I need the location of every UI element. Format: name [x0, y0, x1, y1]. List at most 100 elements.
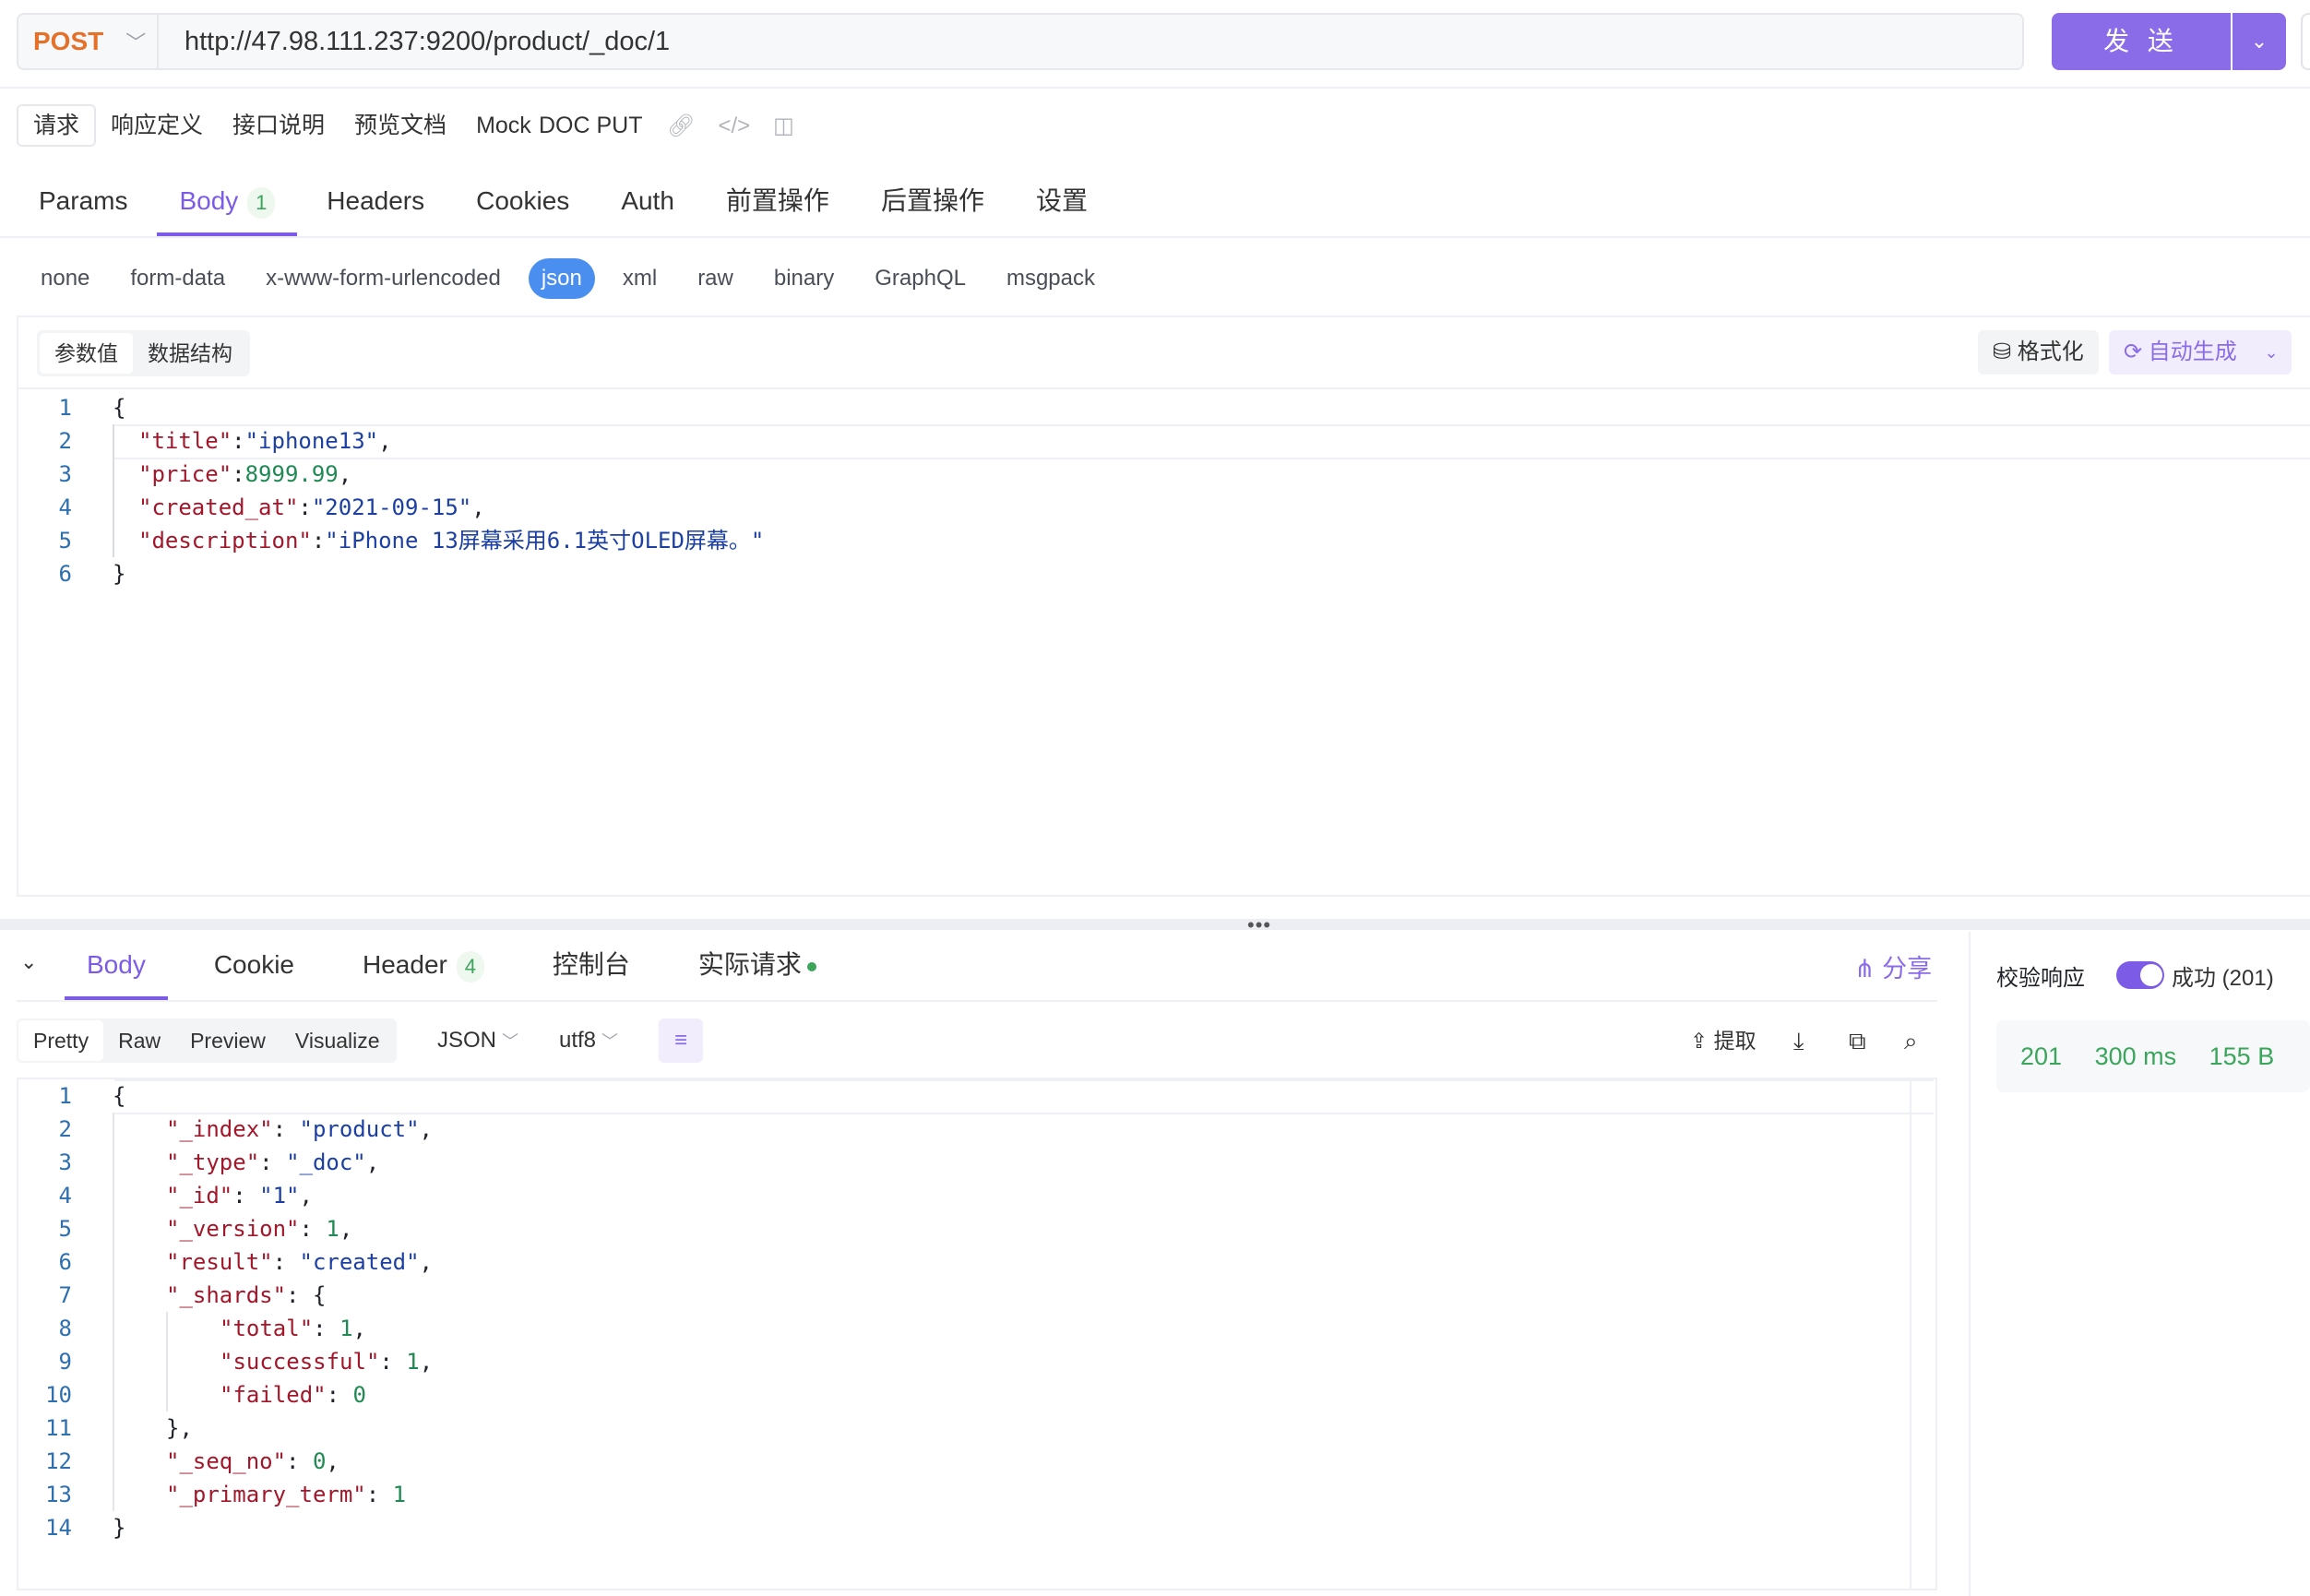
line-number: 14	[45, 1515, 72, 1541]
link-icon[interactable]: 🔗︎	[667, 113, 695, 138]
code-punct: ,	[419, 1249, 433, 1275]
scrollbar[interactable]	[1910, 1079, 1937, 1589]
json-key: "_index"	[166, 1116, 273, 1142]
tab-cookies[interactable]: Cookies	[454, 175, 591, 236]
share-label: 分享	[1882, 955, 1933, 983]
tab-headers[interactable]: Headers	[304, 175, 447, 236]
download-icon[interactable]: ⤓	[1793, 1018, 1804, 1063]
mode-schema[interactable]: 数据结构	[133, 333, 247, 374]
view-mode-toggle: Pretty Raw Preview Visualize	[17, 1018, 397, 1063]
doc-tab-mock[interactable]: Mock	[461, 104, 546, 147]
tab-auth[interactable]: Auth	[599, 175, 697, 236]
json-value: 1	[406, 1349, 420, 1375]
format-icon: ⛁	[1993, 339, 2012, 364]
code-punct: ,	[378, 428, 392, 454]
body-type-form-data[interactable]: form-data	[117, 258, 238, 299]
line-number: 1	[58, 1083, 72, 1109]
doc-tab-api-desc[interactable]: 接口说明	[218, 104, 339, 147]
panel-icon[interactable]: ◫	[773, 113, 794, 138]
line-number: 4	[58, 1183, 72, 1209]
panel-splitter[interactable]	[0, 919, 2310, 930]
body-type-msgpack[interactable]: msgpack	[994, 258, 1108, 299]
send-options-button[interactable]: ⌄	[2233, 13, 2286, 70]
method-select[interactable]: POST ﹀	[17, 13, 159, 70]
encoding-select-value: utf8	[559, 1028, 597, 1053]
tab-params[interactable]: Params	[17, 175, 149, 236]
code-icon[interactable]: </>	[718, 113, 750, 138]
body-type-binary[interactable]: binary	[761, 258, 847, 299]
code-line: "result": "created",	[166, 1245, 433, 1279]
format-select[interactable]: JSON ﹀	[437, 1018, 518, 1063]
resp-tab-body[interactable]: Body	[65, 939, 168, 1000]
tab-label: Body	[179, 186, 239, 215]
format-button[interactable]: ⛁ 格式化	[1978, 330, 2099, 375]
status-dot	[806, 961, 816, 971]
tab-pre-processors[interactable]: 前置操作	[704, 175, 851, 236]
code-line: },	[166, 1411, 193, 1445]
body-type-graphql[interactable]: GraphQL	[862, 258, 979, 299]
json-value: 1	[326, 1216, 339, 1242]
code-punct: :	[299, 1216, 327, 1242]
json-value: 1	[339, 1316, 353, 1341]
code-punct: },	[166, 1415, 193, 1441]
auto-generate-options[interactable]: ⌄	[2251, 330, 2292, 375]
doc-tab-request[interactable]: 请求	[17, 104, 97, 147]
resp-tab-cookie[interactable]: Cookie	[192, 939, 316, 1000]
tab-settings[interactable]: 设置	[1014, 175, 1110, 236]
resp-tab-console[interactable]: 控制台	[530, 939, 652, 1000]
line-number: 12	[45, 1448, 72, 1474]
resp-tab-actual-request[interactable]: 实际请求	[676, 939, 839, 1000]
code-punct: :	[232, 461, 245, 487]
url-input[interactable]: http://47.98.111.237:9200/product/_doc/1	[185, 13, 670, 70]
body-type-json[interactable]: json	[528, 258, 595, 299]
line-number: 5	[58, 528, 72, 554]
resp-tab-header[interactable]: Header 4	[340, 939, 506, 1000]
tab-post-processors[interactable]: 后置操作	[859, 175, 1006, 236]
code-punct: :	[313, 1316, 340, 1341]
mode-values[interactable]: 参数值	[40, 333, 133, 374]
body-type-raw[interactable]: raw	[685, 258, 746, 299]
body-type-xml[interactable]: xml	[610, 258, 670, 299]
code-line: {	[113, 391, 125, 424]
json-value: "1"	[259, 1183, 300, 1209]
auto-generate-button[interactable]: ⟳ 自动生成	[2109, 330, 2252, 375]
code-line: "_seq_no": 0,	[166, 1445, 339, 1478]
copy-icon[interactable]: ⧉	[1849, 1018, 1866, 1063]
count-badge: 4	[456, 950, 484, 983]
code-punct: ,	[365, 1149, 380, 1175]
extract-button[interactable]: ⇪ 提取	[1690, 1018, 1756, 1063]
doc-tab-preview[interactable]: 预览文档	[339, 104, 461, 147]
encoding-select[interactable]: utf8 ﹀	[559, 1018, 618, 1063]
code-punct: ,	[326, 1448, 339, 1474]
status-metrics: 201 300 ms 155 B	[2020, 1042, 2300, 1071]
save-button[interactable]: 保	[2301, 13, 2310, 70]
line-number: 4	[58, 494, 72, 520]
collapse-chevron-icon[interactable]: ⌄	[20, 950, 37, 974]
request-body-panel	[17, 316, 2310, 897]
code-line: "total": 1,	[220, 1312, 366, 1345]
share-button[interactable]: ⋔ 分享	[1854, 948, 1932, 984]
line-number: 10	[45, 1382, 72, 1408]
send-button[interactable]: 发 送	[2052, 13, 2231, 70]
code-line: "description":"iPhone 13屏幕采用6.1英寸OLED屏幕。…	[138, 524, 764, 557]
view-preview[interactable]: Preview	[175, 1020, 280, 1061]
body-type-urlencoded[interactable]: x-www-form-urlencoded	[253, 258, 514, 299]
tab-label: 控制台	[552, 950, 630, 979]
chevron-down-icon: ⌄	[2264, 343, 2279, 362]
code-line: "price":8999.99,	[138, 458, 351, 491]
body-type-none[interactable]: none	[28, 258, 102, 299]
search-icon[interactable]: ⌕	[1904, 1018, 1918, 1063]
response-time: 300 ms	[2094, 1042, 2177, 1070]
view-pretty[interactable]: Pretty	[18, 1020, 104, 1061]
doc-tab-response-def[interactable]: 响应定义	[96, 104, 218, 147]
line-number: 3	[58, 461, 72, 487]
doc-name-label: DOC PUT	[539, 113, 643, 138]
drag-handle-icon[interactable]: •••	[1247, 913, 1271, 937]
doc-name[interactable]: DOC PUT 🔗︎ </> ◫	[539, 103, 794, 148]
view-visualize[interactable]: Visualize	[280, 1020, 395, 1061]
tab-body[interactable]: Body 1	[157, 175, 298, 236]
view-raw[interactable]: Raw	[103, 1020, 175, 1061]
doc-tabs: 请求 响应定义 接口说明 预览文档 Mock	[17, 103, 546, 148]
word-wrap-icon[interactable]: ≡	[659, 1018, 703, 1063]
json-key: "total"	[220, 1316, 314, 1341]
